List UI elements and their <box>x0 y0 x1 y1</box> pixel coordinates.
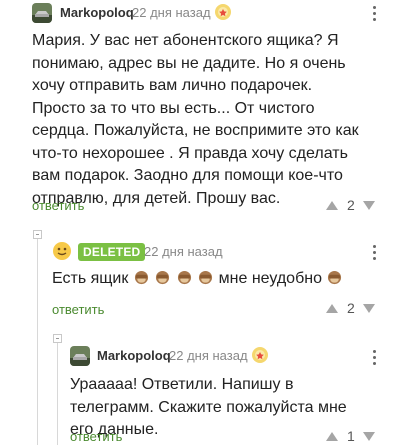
reply-button[interactable]: ответить <box>70 429 122 444</box>
rating-value: 1 <box>347 428 355 444</box>
comment-text: Есть ящик мне неудобно <box>52 268 372 291</box>
reply-button[interactable]: ответить <box>52 302 104 317</box>
car-avatar-icon[interactable] <box>70 346 90 366</box>
more-vertical-icon[interactable] <box>373 350 377 368</box>
see-no-evil-monkey-icon <box>176 270 197 287</box>
comment-author[interactable]: Markopoloq <box>60 5 134 20</box>
see-no-evil-monkey-icon <box>154 270 175 287</box>
see-no-evil-monkey-icon <box>197 270 218 287</box>
rating-value: 2 <box>347 300 355 316</box>
more-vertical-icon[interactable] <box>373 6 377 24</box>
award-rosette-icon[interactable] <box>250 345 270 370</box>
downvote-icon[interactable] <box>363 201 375 210</box>
upvote-icon[interactable] <box>326 201 338 210</box>
comment-text: Мария. У вас нет абонентского ящика? Я п… <box>32 32 359 207</box>
comment-author[interactable]: Markopoloq <box>97 348 171 363</box>
upvote-icon[interactable] <box>326 304 338 313</box>
deleted-badge: DELETED <box>78 243 146 261</box>
thread-line-level1 <box>37 236 38 445</box>
collapse-thread-toggle[interactable] <box>53 334 62 343</box>
smiley-avatar-icon[interactable] <box>52 241 72 261</box>
comment-timestamp[interactable]: 22 дня назад <box>132 5 211 20</box>
see-no-evil-monkey-icon <box>133 270 154 287</box>
upvote-icon[interactable] <box>326 432 338 441</box>
comment-text-end: мне неудобно <box>218 270 322 287</box>
car-avatar-icon[interactable] <box>32 3 52 23</box>
award-rosette-icon[interactable] <box>213 2 233 27</box>
reply-button[interactable]: ответить <box>32 198 84 213</box>
thread-line-level2 <box>57 342 58 445</box>
downvote-icon[interactable] <box>363 304 375 313</box>
more-vertical-icon[interactable] <box>373 245 377 263</box>
comment-timestamp[interactable]: 22 дня назад <box>144 244 223 259</box>
comment-text-start: Есть ящик <box>52 270 129 287</box>
rating-value: 2 <box>347 197 355 213</box>
collapse-thread-toggle[interactable] <box>33 230 42 239</box>
downvote-icon[interactable] <box>363 432 375 441</box>
see-no-evil-monkey-icon <box>326 270 343 287</box>
comment-timestamp[interactable]: 22 дня назад <box>169 348 248 363</box>
